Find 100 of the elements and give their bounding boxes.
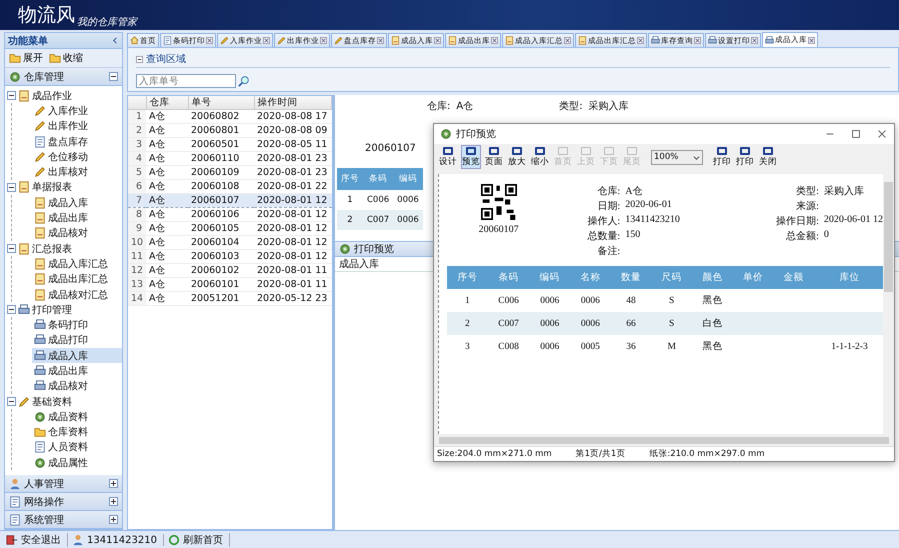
scrollbar-thumb[interactable] [884, 182, 893, 292]
table-cell: M [651, 335, 692, 358]
field-value: 采购入库 [588, 100, 629, 113]
tree-item[interactable]: 入库作业 [32, 103, 122, 119]
table-cell: 0006 [529, 312, 570, 335]
collapse-icon[interactable] [7, 91, 16, 100]
close-icon[interactable] [434, 37, 441, 44]
table-cell: 0006 [393, 190, 423, 210]
expand-icon[interactable] [109, 497, 118, 506]
field-label: 类型: [795, 184, 819, 198]
collapse-icon[interactable] [7, 397, 16, 406]
field-label: 类型: [559, 100, 583, 113]
row-number: 14 [128, 292, 146, 306]
tree-folder[interactable]: 单据报表 [18, 180, 72, 196]
tree-item[interactable]: 成品入库 [32, 195, 122, 210]
tree-item[interactable]: 成品入库汇总 [32, 256, 122, 272]
tree-item[interactable]: 仓位移动 [32, 149, 122, 164]
table-row[interactable]: 2 A仓 20060801 2020-08-08 09 [128, 124, 332, 138]
tree-item[interactable]: 仓库资料 [32, 424, 122, 440]
table-row[interactable]: 14 A仓 20051201 2020-05-12 23 [128, 292, 332, 306]
tree-item[interactable]: 人员资料 [32, 440, 122, 456]
toolbar-button[interactable]: 收缩 [49, 51, 83, 65]
tree-item[interactable]: 成品出库 [32, 210, 122, 226]
search-field[interactable]: 入库单号 [136, 74, 236, 88]
field-value: 采购入库 [824, 184, 865, 198]
maximize-icon[interactable] [850, 128, 862, 140]
close-icon[interactable] [751, 37, 758, 44]
search-icon[interactable] [238, 75, 250, 87]
close-icon[interactable] [491, 37, 498, 44]
expand-icon[interactable] [109, 515, 118, 524]
column-header[interactable]: 仓库 [146, 96, 188, 110]
tree-item[interactable]: 出库核对 [32, 164, 122, 180]
status-item[interactable]: 13411423210 [72, 534, 164, 546]
column-header[interactable]: 操作时间 [254, 96, 332, 110]
tree-item[interactable]: 成品资料 [32, 409, 122, 425]
tree-folder[interactable]: 成品作业 [18, 88, 72, 104]
tree-item[interactable]: 条码打印 [32, 317, 122, 333]
table-row[interactable]: 8 A仓 20060106 2020-08-01 12 [128, 208, 332, 222]
status-text: 第1页/共1页 [576, 448, 626, 460]
close-icon[interactable] [694, 37, 701, 44]
zoom-select[interactable]: 100% [651, 150, 703, 164]
table-row[interactable]: 10 A仓 20060104 2020-08-01 12 [128, 236, 332, 250]
table-row[interactable]: 12 A仓 20060102 2020-08-01 11 [128, 264, 332, 278]
field-value: 150 [625, 229, 642, 242]
collapse-icon[interactable] [7, 244, 16, 254]
status-item[interactable]: 安全退出 [6, 533, 68, 547]
toolbar-button[interactable]: 打印 [712, 145, 732, 169]
expand-icon[interactable] [109, 479, 118, 488]
toolbar-button[interactable]: 放大 [507, 145, 527, 169]
table-row[interactable]: 5 A仓 20060109 2020-08-01 23 [128, 166, 332, 180]
collapse-icon[interactable] [7, 305, 16, 314]
tree-folder[interactable]: 打印管理 [18, 302, 72, 318]
close-icon[interactable] [637, 37, 644, 44]
toolbar-button[interactable]: 关闭 [758, 145, 778, 169]
tree-folder[interactable]: 汇总报表 [18, 240, 72, 256]
tree-item[interactable]: 成品核对 [32, 378, 122, 394]
close-icon[interactable] [320, 37, 327, 44]
toolbar-button[interactable]: 预览 [461, 145, 481, 169]
close-icon[interactable] [564, 37, 571, 44]
table-row[interactable]: 7 A仓 20060107 2020-08-01 12 [128, 194, 332, 208]
page-icon [9, 496, 21, 508]
collapse-icon[interactable] [109, 72, 118, 81]
close-icon[interactable] [808, 36, 815, 44]
pencil-icon [220, 36, 229, 45]
toolbar-button[interactable]: 打印 [735, 145, 755, 169]
window-title: 打印预览 [456, 128, 496, 141]
tree-item[interactable]: 成品属性 [32, 455, 122, 470]
collapse-icon[interactable] [7, 182, 16, 192]
close-icon[interactable] [206, 37, 213, 44]
tree-folder[interactable]: 基础资料 [18, 394, 72, 410]
collapse-icon[interactable] [112, 37, 119, 44]
tree-item[interactable]: 成品核对汇总 [32, 286, 122, 302]
tree-item[interactable]: 成品出库 [32, 363, 122, 379]
tree-item[interactable]: 成品打印 [32, 332, 122, 348]
scrollbar-thumb[interactable] [439, 436, 889, 444]
tree-item[interactable]: 盘点库存 [32, 134, 122, 150]
toolbar-button[interactable]: 缩小 [530, 145, 550, 169]
table-row[interactable]: 13 A仓 20060101 2020-08-01 11 [128, 278, 332, 292]
collapse-icon[interactable] [136, 56, 143, 62]
table-row[interactable]: 1 A仓 20060802 2020-08-08 17 [128, 110, 332, 124]
tree-item[interactable]: 成品入库 [32, 348, 122, 364]
table-cell: A仓 [146, 194, 188, 208]
tree-item[interactable]: 成品出库汇总 [32, 272, 122, 287]
tree-item[interactable]: 成品核对 [32, 226, 122, 241]
close-icon[interactable] [876, 128, 888, 140]
table-row[interactable]: 9 A仓 20060105 2020-08-01 12 [128, 222, 332, 236]
row-number: 8 [128, 208, 146, 222]
column-header[interactable]: 单号 [188, 96, 254, 110]
field-label: 备注: [596, 244, 620, 258]
tree-item[interactable]: 出库作业 [32, 118, 122, 134]
toolbar-button[interactable]: 展开 [9, 51, 43, 65]
close-icon[interactable] [263, 37, 270, 44]
table-row[interactable]: 11 A仓 20060103 2020-08-01 12 [128, 250, 332, 264]
status-item[interactable]: 刷新首页 [168, 533, 230, 547]
column-header: 名称 [570, 266, 611, 289]
table-row[interactable]: 4 A仓 20060110 2020-08-01 23 [128, 152, 332, 166]
close-icon[interactable] [377, 37, 384, 44]
toolbar-button[interactable]: 设计 [438, 145, 458, 169]
table-row[interactable]: 3 A仓 20060501 2020-08-05 11 [128, 138, 332, 152]
toolbar-button[interactable]: 页面 [484, 145, 504, 169]
